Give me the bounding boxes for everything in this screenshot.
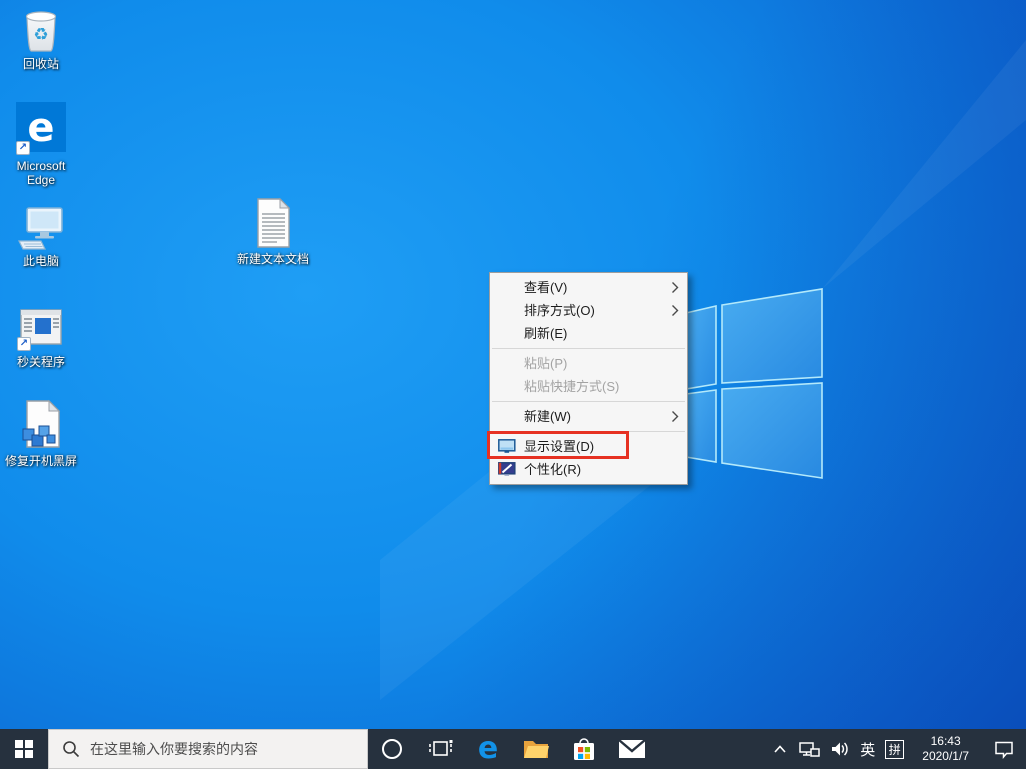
task-view-icon xyxy=(427,737,453,761)
taskbar: e xyxy=(0,729,1026,769)
action-center-button[interactable] xyxy=(982,729,1026,769)
submenu-arrow-icon xyxy=(671,304,679,317)
desktop-icon-label: 修复开机黑屏 xyxy=(5,454,77,468)
menu-separator xyxy=(492,431,685,432)
menu-item-view[interactable]: 查看(V) xyxy=(490,276,687,299)
menu-item-label: 个性化(R) xyxy=(524,462,581,477)
desktop-icon-fix-black-screen[interactable]: 修复开机黑屏 xyxy=(2,399,80,468)
menu-item-label: 新建(W) xyxy=(524,409,571,424)
tray-volume[interactable] xyxy=(825,729,855,769)
system-tray: 英 拼 16:43 2020/1/7 xyxy=(767,729,1026,769)
menu-item-new[interactable]: 新建(W) xyxy=(490,405,687,428)
submenu-arrow-icon xyxy=(671,410,679,423)
edge-taskbar-icon: e xyxy=(474,734,502,764)
svg-text:e: e xyxy=(478,734,498,764)
ime-mode-badge: 拼 xyxy=(885,740,904,759)
menu-item-refresh[interactable]: 刷新(E) xyxy=(490,322,687,345)
menu-item-label: 粘贴快捷方式(S) xyxy=(524,379,619,394)
windows-start-icon xyxy=(15,740,33,758)
mail-icon xyxy=(617,738,647,760)
shortcut-arrow-icon: ↗ xyxy=(16,141,30,155)
tray-language-indicator[interactable]: 英 xyxy=(855,729,880,769)
network-icon xyxy=(798,740,820,758)
clock-time: 16:43 xyxy=(922,734,969,749)
file-explorer-icon xyxy=(522,737,550,761)
personalization-icon xyxy=(498,462,516,477)
tray-ime-indicator[interactable]: 拼 xyxy=(880,729,909,769)
app-window-icon: ↗ xyxy=(16,304,66,352)
menu-item-label: 粘贴(P) xyxy=(524,356,567,371)
desktop-background[interactable]: ♻ 回收站 e ↗ Microsoft Edge 此电脑 xyxy=(0,0,1026,769)
menu-item-display-settings[interactable]: 显示设置(D) xyxy=(490,435,687,458)
taskbar-button-store[interactable] xyxy=(560,729,608,769)
desktop-context-menu: 查看(V) 排序方式(O) 刷新(E) 粘贴(P) 粘贴快捷方式(S) 新建(W… xyxy=(489,272,688,485)
desktop-icon-quick-close-app[interactable]: ↗ 秒关程序 xyxy=(2,304,80,369)
svg-text:e: e xyxy=(27,105,54,151)
search-icon xyxy=(62,740,80,758)
speaker-icon xyxy=(830,740,850,758)
taskbar-search-box[interactable] xyxy=(48,729,368,769)
menu-item-paste[interactable]: 粘贴(P) xyxy=(490,352,687,375)
shortcut-arrow-icon: ↗ xyxy=(17,337,31,351)
menu-item-label: 显示设置(D) xyxy=(524,439,594,454)
taskbar-button-cortana[interactable] xyxy=(368,729,416,769)
svg-text:♻: ♻ xyxy=(33,25,48,44)
clock-date: 2020/1/7 xyxy=(922,749,969,764)
menu-separator xyxy=(492,348,685,349)
edge-icon: e ↗ xyxy=(15,100,67,156)
registry-file-icon xyxy=(17,399,65,451)
chevron-up-icon xyxy=(772,743,788,755)
taskbar-button-file-explorer[interactable] xyxy=(512,729,560,769)
desktop-icon-label: Microsoft Edge xyxy=(9,159,73,187)
tray-network[interactable] xyxy=(793,729,825,769)
tray-show-hidden-icons[interactable] xyxy=(767,729,793,769)
taskbar-button-task-view[interactable] xyxy=(416,729,464,769)
cortana-icon xyxy=(380,737,404,761)
language-label: 英 xyxy=(860,739,875,760)
menu-item-paste-shortcut[interactable]: 粘贴快捷方式(S) xyxy=(490,375,687,398)
desktop-icon-this-pc[interactable]: 此电脑 xyxy=(2,205,80,268)
store-icon xyxy=(571,735,597,763)
notification-icon xyxy=(993,739,1015,759)
text-document-icon xyxy=(251,197,295,249)
desktop-icon-label: 此电脑 xyxy=(23,254,59,268)
start-button[interactable] xyxy=(0,729,48,769)
menu-separator xyxy=(492,401,685,402)
menu-item-label: 排序方式(O) xyxy=(524,303,595,318)
display-settings-icon xyxy=(498,439,516,454)
taskbar-button-mail[interactable] xyxy=(608,729,656,769)
desktop-icon-recycle-bin[interactable]: ♻ 回收站 xyxy=(2,6,80,71)
desktop-icon-new-text-doc[interactable]: 新建文本文档 xyxy=(234,197,312,266)
taskbar-button-edge[interactable]: e xyxy=(464,729,512,769)
menu-item-label: 查看(V) xyxy=(524,280,567,295)
menu-item-sort-by[interactable]: 排序方式(O) xyxy=(490,299,687,322)
tray-clock[interactable]: 16:43 2020/1/7 xyxy=(909,729,982,769)
search-input[interactable] xyxy=(90,741,359,757)
menu-item-label: 刷新(E) xyxy=(524,326,567,341)
this-pc-icon xyxy=(16,205,66,251)
recycle-bin-icon: ♻ xyxy=(17,6,65,54)
submenu-arrow-icon xyxy=(671,281,679,294)
desktop-icon-microsoft-edge[interactable]: e ↗ Microsoft Edge xyxy=(2,100,80,187)
menu-item-personalize[interactable]: 个性化(R) xyxy=(490,458,687,481)
desktop-icon-label: 秒关程序 xyxy=(17,355,65,369)
desktop-icon-label: 回收站 xyxy=(23,57,59,71)
desktop-icon-label: 新建文本文档 xyxy=(237,252,309,266)
